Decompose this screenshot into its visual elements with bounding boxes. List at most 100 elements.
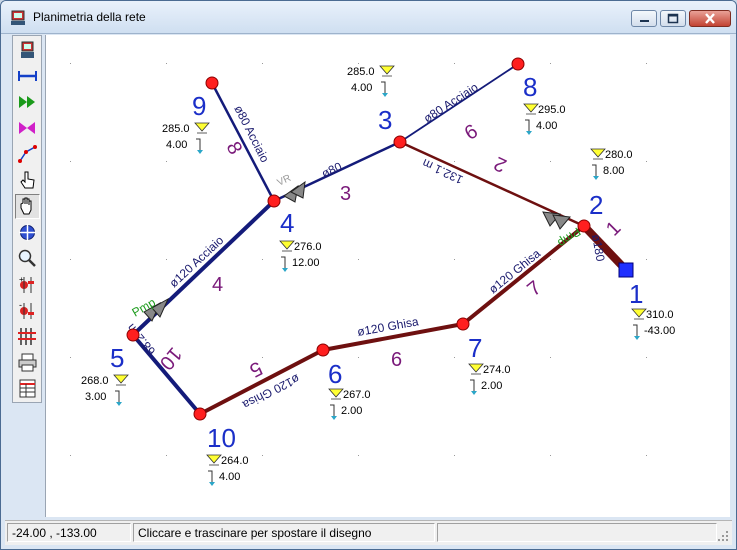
pipe-1-label: ø180 (589, 233, 608, 263)
node-head-value: 285.0 (347, 66, 375, 78)
node-9-annotation: 285.0 4.00 (162, 122, 210, 154)
reservoir-node-1[interactable] (618, 262, 634, 278)
head-level-icon (523, 103, 539, 113)
window-title: Planimetria della rete (33, 10, 146, 24)
grid-dot (550, 455, 551, 456)
status-bar: -24.00 , -133.00 Cliccare e trascinare p… (5, 520, 732, 545)
node-demand-value: 4.00 (166, 139, 187, 151)
node-head-value: 274.0 (483, 364, 511, 376)
demand-arrow-tip (634, 336, 640, 340)
node-8-annotation: 295.0 4.00 (523, 103, 566, 135)
node-7[interactable] (456, 317, 470, 331)
tool-pump[interactable] (15, 90, 40, 115)
grid-dot (358, 259, 359, 260)
demand-arrow-tip (197, 150, 203, 154)
node-demand-value: 2.00 (481, 380, 502, 392)
head-level-icon (113, 374, 129, 384)
node-3-annotation: 285.0 4.00 (347, 65, 395, 97)
svg-text:+: + (19, 275, 24, 284)
node-3-number: 3 (378, 105, 392, 135)
tool-grid[interactable] (15, 324, 40, 349)
grid-bars-icon (18, 328, 36, 345)
tool-pipe[interactable] (15, 64, 40, 89)
demand-arrow-tip (382, 93, 388, 97)
node-demand-value: 4.00 (351, 82, 372, 94)
demand-arrow-tip (209, 482, 215, 486)
node-demand-value: 8.00 (603, 165, 624, 177)
node-demand-value: -43.00 (644, 325, 675, 337)
node-3[interactable] (393, 135, 407, 149)
demand-arrow-tip (471, 391, 477, 395)
head-level-icon (206, 454, 222, 464)
node-head-value: 267.0 (343, 389, 371, 401)
tool-zoom-out[interactable]: - (15, 298, 40, 323)
minimize-button[interactable] (631, 10, 657, 27)
pump-a[interactable]: Pmp (130, 295, 170, 322)
head-level-icon (468, 363, 484, 373)
network-plan: ø180 132.1 m ø80 ø120 Acciaio ø120 Ghisa… (70, 57, 675, 486)
node-8-number: 8 (523, 72, 537, 102)
maximize-icon (667, 13, 679, 24)
node-head-value: 310.0 (646, 309, 674, 321)
tool-center[interactable] (15, 220, 40, 245)
node-head-value: 280.0 (605, 149, 633, 161)
node-9[interactable] (205, 76, 219, 90)
demand-arrow-tip (593, 176, 599, 180)
grid-dot (262, 259, 263, 260)
center-target-icon (19, 224, 36, 241)
grid-dot (358, 63, 359, 64)
pipe-9-number: 9 (460, 119, 481, 144)
node-demand-value: 12.00 (292, 257, 320, 269)
pipe-9-label: ø80 Acciaio (421, 80, 481, 126)
demand-arrow-icon (208, 470, 213, 482)
tool-select[interactable] (15, 168, 40, 193)
grid-dot (646, 455, 647, 456)
resize-grip-icon[interactable] (716, 529, 730, 543)
zoom-out-icon: - (19, 300, 34, 319)
demand-arrow-icon (470, 379, 475, 391)
title-bar[interactable]: Planimetria della rete (1, 1, 736, 34)
svg-text:-: - (19, 300, 22, 310)
node-10[interactable] (193, 407, 207, 421)
close-button[interactable] (689, 10, 731, 27)
node-6-annotation: 267.0 2.00 (328, 388, 371, 420)
head-level-icon (194, 122, 210, 132)
tool-node[interactable] (15, 38, 40, 63)
grid-dot (646, 259, 647, 260)
tool-polyline[interactable] (15, 142, 40, 167)
node-5-annotation: 268.0 3.00 (81, 374, 129, 406)
demand-arrow-tip (116, 402, 122, 406)
pipe-4-number: 4 (212, 274, 223, 296)
node-2-number: 2 (589, 190, 603, 220)
node-4[interactable] (267, 194, 281, 208)
grid-dot (262, 63, 263, 64)
node-2[interactable] (577, 219, 591, 233)
node-4-annotation: 276.0 12.00 (279, 240, 322, 272)
node-10-number: 10 (207, 423, 236, 453)
node-8[interactable] (511, 57, 525, 71)
node-6-number: 6 (328, 359, 342, 389)
network-canvas[interactable]: ø180 132.1 m ø80 ø120 Acciaio ø120 Ghisa… (45, 35, 730, 517)
demand-arrow-icon (525, 119, 530, 131)
pump-b[interactable]: Pmp (542, 211, 583, 250)
demand-arrow-icon (330, 404, 335, 416)
status-extra (437, 523, 717, 542)
node-demand-value: 4.00 (536, 120, 557, 132)
tool-zoom-in[interactable]: + (15, 272, 40, 297)
node-6[interactable] (316, 343, 330, 357)
maximize-button[interactable] (660, 10, 686, 27)
node-demand-value: 3.00 (85, 391, 106, 403)
tool-valve[interactable] (15, 116, 40, 141)
pan-hand-icon (20, 197, 32, 215)
tool-pan[interactable] (15, 194, 40, 219)
tool-zoom[interactable] (15, 246, 40, 271)
node-1-number: 1 (629, 279, 643, 309)
tool-print[interactable] (15, 350, 40, 375)
node-5[interactable] (126, 328, 140, 342)
grid-dot (646, 357, 647, 358)
demand-arrow-icon (592, 164, 597, 176)
tool-table[interactable] (15, 376, 40, 401)
minimize-icon (640, 20, 649, 22)
grid-dot (550, 259, 551, 260)
demand-arrow-tip (526, 131, 532, 135)
